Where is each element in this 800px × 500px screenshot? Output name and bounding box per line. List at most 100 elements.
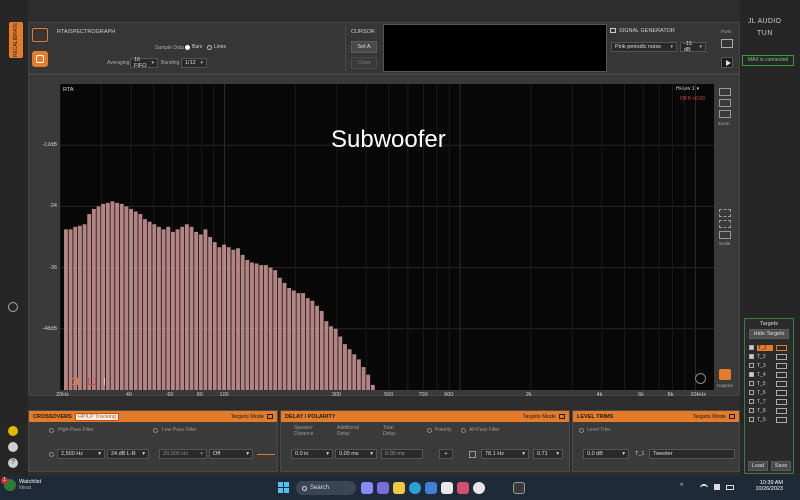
zoom-fit-icon[interactable] [719, 88, 731, 96]
teams-icon[interactable] [377, 482, 389, 494]
task-view-icon[interactable] [361, 482, 373, 494]
app-icon[interactable] [441, 482, 453, 494]
target-curve-icon[interactable] [776, 353, 787, 360]
store-icon[interactable] [425, 482, 437, 494]
lp-slope-select[interactable]: Off ▾ [209, 449, 253, 459]
volume-icon[interactable] [714, 484, 720, 490]
target-curve-icon[interactable] [776, 416, 787, 423]
target-checkbox[interactable] [749, 354, 754, 359]
signal-type-select[interactable]: Pink periodic noise ▾ [611, 42, 677, 52]
level-trim-field[interactable]: 0.0 dB ▾ [583, 449, 629, 459]
target-curve-icon[interactable] [776, 362, 787, 369]
delay-mode-toggle[interactable]: Targets Mode [523, 414, 565, 420]
lp-frequency-field[interactable]: 20,000 Hz ▾ [159, 449, 207, 459]
rta-mode-button[interactable] [32, 51, 48, 67]
target-item[interactable]: T_8 [749, 406, 789, 415]
scale-x-icon[interactable] [719, 209, 731, 217]
speaker-distance-field[interactable]: 0.0 in ▾ [291, 449, 333, 459]
target-checkbox[interactable] [749, 345, 754, 350]
allpass-checkbox[interactable] [469, 451, 476, 458]
target-item[interactable]: T_2 [749, 352, 789, 361]
target-item[interactable]: T_1 [749, 343, 789, 352]
target-item[interactable]: T_5 [749, 379, 789, 388]
allpass-q-field[interactable]: 0.71 ▾ [533, 449, 563, 459]
allpass-radio[interactable] [461, 427, 466, 433]
polarity-radio[interactable] [427, 427, 432, 433]
level-trim-radio[interactable] [579, 427, 584, 433]
marker-icon[interactable] [70, 378, 78, 385]
radio-lines[interactable]: Lines [207, 44, 226, 50]
allpass-frequency-field[interactable]: 78.1 Hz ▾ [481, 449, 529, 459]
pin-icon[interactable] [104, 378, 109, 385]
flag-icon[interactable] [88, 378, 96, 385]
target-checkbox[interactable] [749, 399, 754, 404]
battery-icon[interactable] [726, 485, 734, 490]
target-curve-icon[interactable] [776, 380, 787, 387]
lp-filter-checkbox[interactable] [153, 427, 158, 433]
play-button[interactable] [721, 57, 733, 68]
set-a-button[interactable]: Set A [351, 41, 377, 53]
hp-filter-checkbox[interactable] [49, 427, 54, 433]
folder-icon[interactable] [393, 482, 405, 494]
channel-select[interactable]: Hi-Lev 1 ▾ [676, 86, 699, 92]
target-checkbox[interactable] [749, 363, 754, 368]
hp-frequency-field[interactable]: 2,500 Hz ▾ [57, 449, 105, 459]
polarity-toggle[interactable]: + [439, 449, 453, 459]
photos-icon[interactable] [457, 482, 469, 494]
target-item[interactable]: T_6 [749, 388, 789, 397]
clear-button[interactable]: Clear [351, 57, 377, 69]
scale-reset-icon[interactable] [719, 231, 731, 239]
target-checkbox[interactable] [749, 372, 754, 377]
taskbar-search[interactable]: Search [296, 481, 356, 495]
jl-audio-tun-icon[interactable] [513, 482, 525, 494]
rta-bar [222, 244, 226, 390]
additional-delay-field[interactable]: 0.00 ms ▾ [335, 449, 377, 459]
start-button[interactable] [278, 482, 289, 493]
radio-bars[interactable]: Bars [185, 44, 202, 50]
hp-slope-select[interactable]: 24 dB L-R ▾ [107, 449, 149, 459]
target-curve-icon[interactable] [776, 344, 787, 351]
zoom-box-icon[interactable] [719, 110, 731, 118]
banding-select[interactable]: 1/12 ▾ [181, 58, 207, 68]
globe-icon[interactable] [8, 302, 18, 312]
channel-name-field[interactable]: Tweeter [649, 449, 735, 459]
load-button[interactable]: Load [748, 461, 768, 471]
watchlist-widget[interactable]: 1 Watchlist Ideas [1, 477, 41, 491]
zoom-move-icon[interactable] [719, 99, 731, 107]
target-item[interactable]: T_9 [749, 415, 789, 424]
power-icon[interactable] [8, 426, 18, 436]
additional-delay-value: 0.00 ms [339, 451, 359, 457]
edge-icon[interactable] [409, 482, 421, 494]
target-curve-icon[interactable] [776, 371, 787, 378]
averaging-select[interactable]: 16 FIFO ▾ [130, 57, 158, 69]
crossovers-mode-toggle[interactable]: Targets Mode [231, 414, 273, 420]
target-curve-icon[interactable] [776, 407, 787, 414]
clock[interactable]: 10:39 AM 10/26/2023 [745, 480, 783, 492]
tray-chevron-icon[interactable]: ^ [680, 483, 683, 490]
rta-bar [101, 203, 106, 390]
target-item[interactable]: T_3 [749, 361, 789, 370]
wifi-icon[interactable] [700, 484, 708, 490]
signal-level-select[interactable]: -15 dB ▾ [680, 41, 706, 53]
target-checkbox[interactable] [749, 381, 754, 386]
level-mode-toggle[interactable]: Targets Mode [693, 414, 735, 420]
capture-button[interactable] [719, 369, 731, 380]
help-icon[interactable]: ? [8, 458, 18, 468]
target-item[interactable]: T_4 [749, 370, 789, 379]
save-button[interactable]: Save [771, 461, 791, 471]
brand-logo-line1: JL AUDIO [748, 18, 782, 25]
recalibrate-tab[interactable]: RECALIBRATE [9, 22, 23, 58]
hp-lp-tracking-tab[interactable]: HP/LP Tracking [74, 412, 119, 421]
hide-targets-button[interactable]: Hide Targets [749, 329, 789, 339]
target-checkbox[interactable] [749, 408, 754, 413]
refresh-icon[interactable] [8, 442, 18, 452]
grid-settings-icon[interactable] [32, 28, 48, 42]
target-checkbox[interactable] [749, 390, 754, 395]
target-item[interactable]: T_7 [749, 397, 789, 406]
ports-icon[interactable] [721, 39, 733, 48]
chrome-icon[interactable] [473, 482, 485, 494]
target-curve-icon[interactable] [776, 389, 787, 396]
scale-y-icon[interactable] [719, 220, 731, 228]
target-checkbox[interactable] [749, 417, 754, 422]
target-curve-icon[interactable] [776, 398, 787, 405]
